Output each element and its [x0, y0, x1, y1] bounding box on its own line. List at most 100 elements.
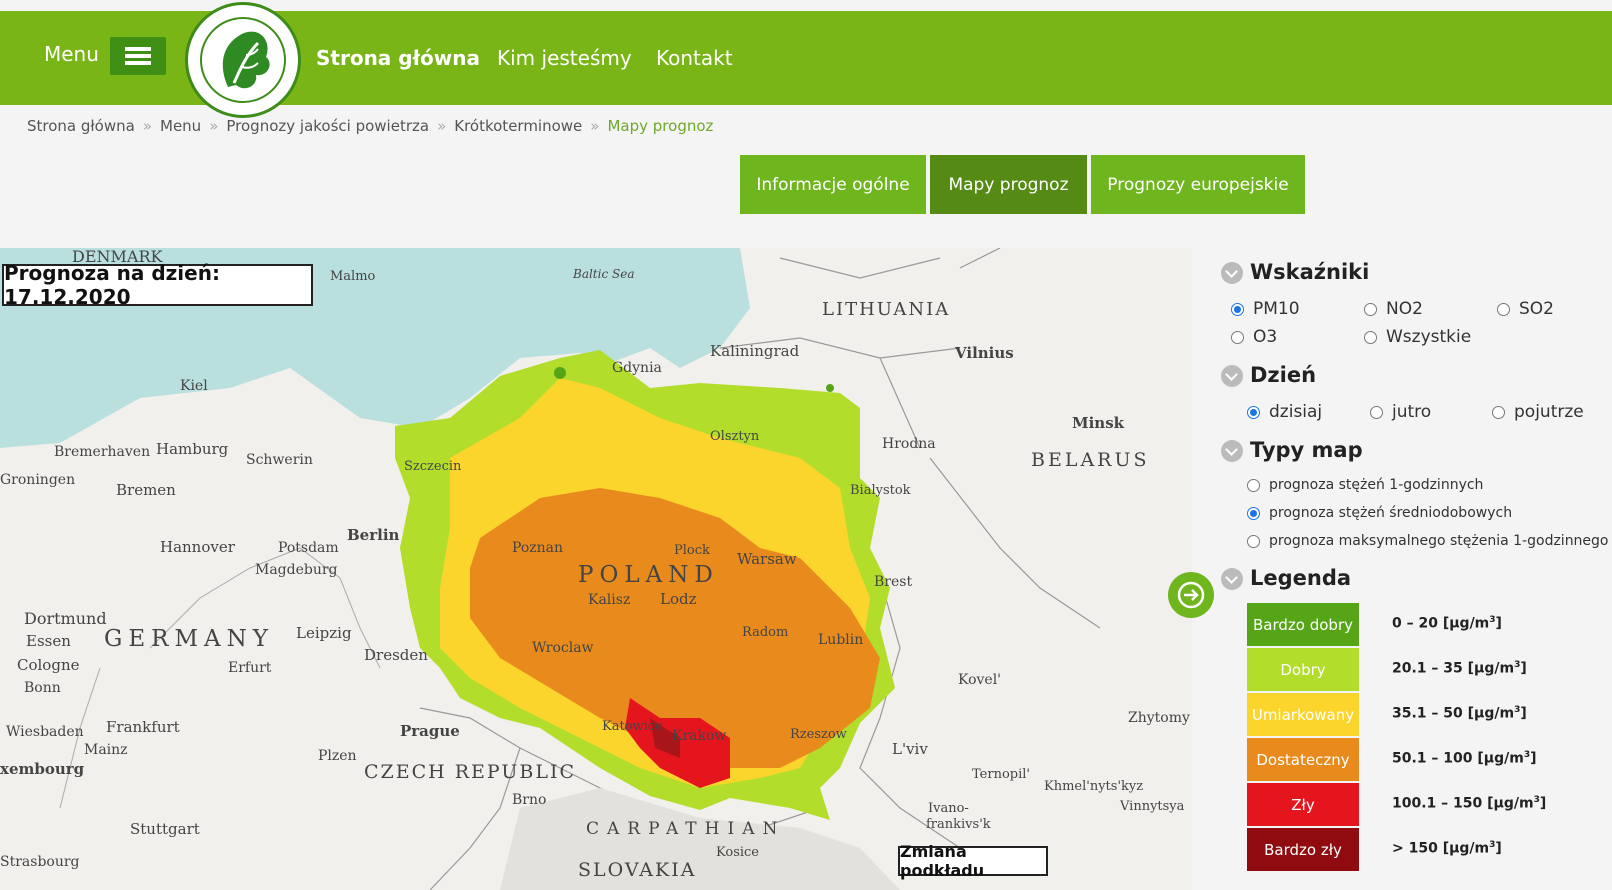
radio-no2[interactable]: NO2: [1364, 299, 1423, 319]
menu-label[interactable]: Menu: [44, 42, 99, 66]
map-label: Zhytomy: [1128, 710, 1190, 726]
map-label: Bonn: [24, 680, 61, 696]
map-label: Bremen: [116, 481, 176, 499]
indicators-title[interactable]: Wskaźniki: [1250, 260, 1369, 284]
map-label: Wiesbaden: [6, 724, 84, 740]
radio-label: NO2: [1386, 299, 1423, 319]
gios-logo[interactable]: [185, 2, 301, 118]
map-label: Frankfurt: [106, 718, 180, 736]
map-canvas: DENMARK Malmo Baltic Sea LITHUANIA Kalin…: [0, 248, 1190, 890]
breadcrumb-home[interactable]: Strona główna: [27, 117, 135, 135]
radio-so2[interactable]: SO2: [1497, 299, 1554, 319]
breadcrumb-current: Mapy prognoz: [607, 117, 714, 135]
map-label: Berlin: [347, 526, 400, 544]
map-label: Plzen: [318, 748, 357, 764]
hamburger-bar: [125, 61, 151, 65]
legend-title[interactable]: Legenda: [1250, 566, 1351, 590]
map-label: xembourg: [0, 760, 85, 778]
map-label: Rzeszow: [790, 727, 847, 742]
chevron-down-icon[interactable]: [1221, 440, 1243, 462]
map-label: Lodz: [660, 590, 697, 608]
nav-contact[interactable]: Kontakt: [656, 46, 733, 70]
change-basemap-button[interactable]: Zmiana podkładu: [898, 842, 1048, 880]
radio-label: prognoza stężeń średniodobowych: [1269, 505, 1513, 521]
map-label: Gdynia: [612, 360, 662, 376]
radio-label: PM10: [1253, 299, 1300, 319]
map-label: Dortmund: [24, 609, 107, 628]
map-label: Brno: [512, 792, 546, 808]
map-label: Kosice: [716, 845, 759, 860]
radio-map-1h[interactable]: prognoza stężeń 1-godzinnych: [1247, 477, 1483, 493]
forecast-date-label: Prognoza na dzień: 17.12.2020: [2, 261, 313, 309]
map-label: Cologne: [17, 656, 80, 674]
map-label: Prague: [400, 722, 460, 740]
radio-day-after[interactable]: pojutrze: [1492, 402, 1584, 422]
map-label: Hannover: [160, 538, 236, 556]
radio-dot[interactable]: [1247, 405, 1260, 419]
tab-forecast-maps[interactable]: Mapy prognoz: [930, 155, 1087, 214]
map-label: Groningen: [0, 472, 75, 488]
radio-all[interactable]: Wszystkie: [1364, 327, 1471, 347]
radio-dot[interactable]: [1231, 330, 1244, 344]
nav-about[interactable]: Kim jesteśmy: [497, 46, 632, 70]
map-label: Radom: [742, 625, 788, 640]
map-label: Plock: [674, 543, 710, 558]
map-label: BELARUS: [1031, 449, 1150, 471]
legend-swatch: Dostateczny: [1247, 738, 1359, 781]
forecast-map[interactable]: DENMARK Malmo Baltic Sea LITHUANIA Kalin…: [0, 248, 1192, 890]
hamburger-bar: [125, 47, 151, 51]
map-label: Hamburg: [156, 440, 229, 458]
hamburger-menu-button[interactable]: [110, 37, 166, 75]
radio-label: Wszystkie: [1386, 327, 1472, 347]
radio-dot[interactable]: [1364, 302, 1377, 316]
map-label: Ivano-: [928, 801, 969, 816]
collapse-panel-button[interactable]: [1168, 572, 1214, 618]
hamburger-bar: [125, 54, 151, 58]
map-label: Olsztyn: [710, 429, 760, 444]
map-label: CARPATHIAN: [586, 819, 785, 839]
tab-general-info[interactable]: Informacje ogólne: [740, 155, 926, 214]
radio-dot[interactable]: [1364, 330, 1377, 344]
map-types-title[interactable]: Typy map: [1250, 438, 1363, 462]
radio-o3[interactable]: O3: [1231, 327, 1277, 347]
map-label: Mainz: [84, 742, 128, 758]
radio-map-daily[interactable]: prognoza stężeń średniodobowych: [1247, 505, 1512, 521]
radio-dot[interactable]: [1370, 405, 1383, 419]
map-label: Essen: [26, 632, 71, 650]
radio-label: prognoza stężeń 1-godzinnych: [1269, 477, 1484, 493]
nav-home[interactable]: Strona główna: [316, 46, 480, 70]
radio-dot[interactable]: [1247, 478, 1260, 492]
breadcrumb: Strona główna» Menu» Prognozy jakości powi…: [27, 117, 714, 135]
map-label: Erfurt: [228, 660, 272, 676]
breadcrumb-air-quality[interactable]: Prognozy jakości powietrza: [226, 117, 429, 135]
day-title[interactable]: Dzień: [1250, 363, 1316, 387]
legend-range: 20.1 – 35 [µg/m3]: [1392, 660, 1527, 677]
chevron-down-icon[interactable]: [1221, 365, 1243, 387]
radio-tomorrow[interactable]: jutro: [1370, 402, 1431, 422]
radio-dot[interactable]: [1492, 405, 1505, 419]
tab-european-forecasts[interactable]: Prognozy europejskie: [1091, 155, 1305, 214]
radio-dot[interactable]: [1247, 506, 1260, 520]
map-label: frankivs'k: [926, 817, 991, 832]
breadcrumb-short-term[interactable]: Krótkoterminowe: [454, 117, 582, 135]
map-label: Kalisz: [588, 592, 630, 608]
radio-dot[interactable]: [1231, 302, 1244, 316]
legend-swatch: Umiarkowany: [1247, 693, 1359, 736]
radio-label: prognoza maksymalnego stężenia 1-godzinn…: [1269, 533, 1609, 549]
chevron-down-icon[interactable]: [1221, 568, 1243, 590]
map-label: Stuttgart: [130, 820, 200, 838]
chevron-down-icon[interactable]: [1221, 262, 1243, 284]
map-label: POLAND: [578, 562, 719, 588]
radio-pm10[interactable]: PM10: [1231, 299, 1300, 319]
map-label: Wroclaw: [532, 640, 594, 656]
radio-label: dzisiaj: [1269, 402, 1323, 422]
legend-range: 50.1 – 100 [µg/m3]: [1392, 750, 1537, 767]
legend-range: 35.1 – 50 [µg/m3]: [1392, 705, 1527, 722]
breadcrumb-menu[interactable]: Menu: [160, 117, 201, 135]
legend-swatch: Dobry: [1247, 648, 1359, 691]
radio-dot[interactable]: [1247, 534, 1260, 548]
radio-dot[interactable]: [1497, 302, 1510, 316]
radio-today[interactable]: dzisiaj: [1247, 402, 1322, 422]
map-label: Bialystok: [850, 483, 911, 498]
radio-map-max-1h[interactable]: prognoza maksymalnego stężenia 1-godzinn…: [1247, 533, 1609, 549]
